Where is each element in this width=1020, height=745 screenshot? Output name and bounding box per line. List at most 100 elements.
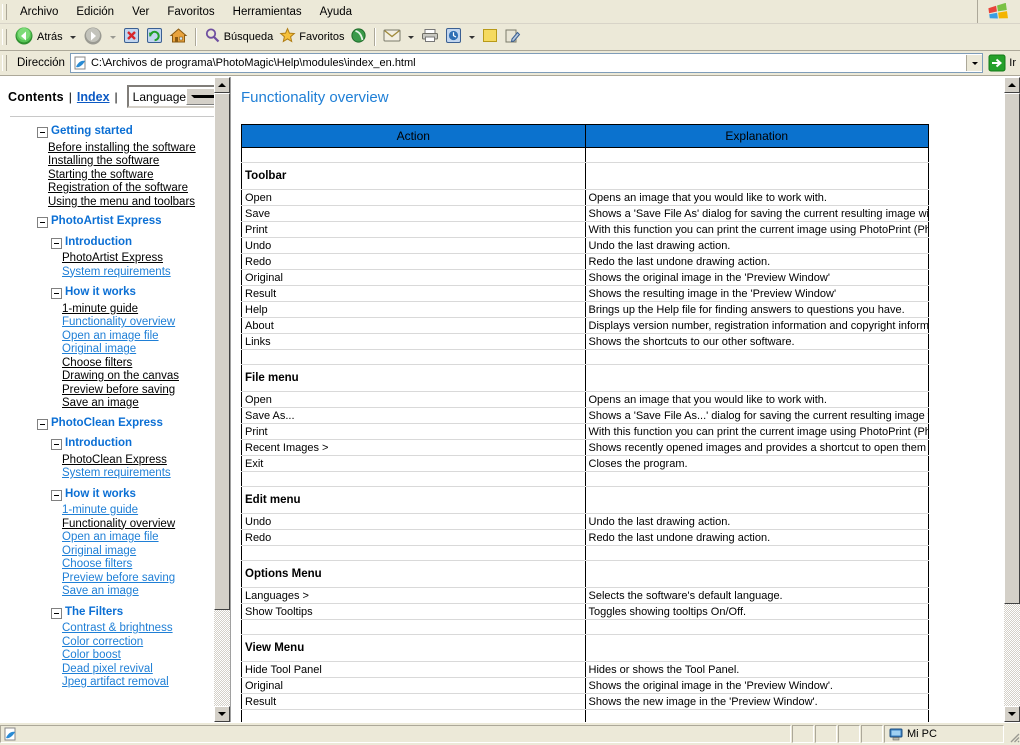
tree-link-system-requirements[interactable]: System requirements (62, 266, 230, 280)
tree-link-open-an-image-file[interactable]: Open an image file (62, 330, 230, 344)
contents-tab[interactable]: Contents (8, 90, 64, 104)
tree-link-choose-filters[interactable]: Choose filters (62, 558, 230, 572)
collapse-toggle-icon[interactable] (37, 418, 48, 430)
tree-link-choose-filters[interactable]: Choose filters (62, 357, 230, 371)
tree-link-functionality-overview[interactable]: Functionality overview (62, 518, 230, 532)
tree-link-drawing-on-the-canvas[interactable]: Drawing on the canvas (62, 370, 230, 384)
tree-link-original-image[interactable]: Original image (62, 343, 230, 357)
document-scroll-thumb[interactable] (1004, 93, 1020, 604)
collapse-toggle-icon[interactable] (51, 237, 62, 249)
home-button[interactable] (166, 26, 191, 48)
tree-link-registration-of-the-software[interactable]: Registration of the software (48, 182, 230, 196)
back-button[interactable]: Atrás (11, 26, 66, 48)
tree-link-open-an-image-file[interactable]: Open an image file (62, 531, 230, 545)
favorites-button[interactable]: Favoritos (276, 26, 347, 48)
sidebar-scrollbar[interactable] (214, 77, 230, 722)
menu-item-herramientas[interactable]: Herramientas (224, 3, 311, 21)
forward-button[interactable] (80, 26, 106, 48)
notes-button[interactable] (479, 26, 501, 48)
tree-link-save-an-image[interactable]: Save an image (62, 397, 230, 411)
status-text-cell (0, 725, 791, 743)
tree-link-before-installing-the-software[interactable]: Before installing the software (48, 142, 230, 156)
collapse-toggle-icon[interactable] (37, 217, 48, 228)
cell-explanation (584, 619, 929, 635)
tree-link-photoclean-express[interactable]: PhotoClean Express (62, 454, 230, 468)
tree-link-save-an-image[interactable]: Save an image (62, 585, 230, 599)
media-button[interactable] (347, 26, 370, 48)
mail-dropdown-icon[interactable] (408, 35, 415, 39)
cell-explanation: Shows the new image in the 'Preview Wind… (584, 693, 929, 710)
back-dropdown-icon[interactable] (69, 35, 76, 39)
language-select[interactable]: Language (126, 85, 221, 108)
tree-link-system-requirements[interactable]: System requirements (62, 467, 230, 481)
tree-link-functionality-overview[interactable]: Functionality overview (62, 316, 230, 330)
table-row: Save As... Shows a 'Save File As...' dial… (241, 407, 929, 424)
resize-grip[interactable] (1004, 725, 1020, 743)
cell-explanation: With this function you can print the cur… (584, 221, 929, 238)
document-scroll-down-button[interactable] (1004, 706, 1020, 722)
tree-link-jpeg-artifact-removal[interactable]: Jpeg artifact removal (62, 676, 230, 690)
tree-link-1-minute-guide[interactable]: 1-minute guide (62, 303, 230, 317)
tree-link-using-the-menu-and-toolbars[interactable]: Using the menu and toolbars (48, 196, 230, 210)
search-button[interactable]: Búsqueda (201, 26, 277, 48)
ie-page-icon (3, 727, 17, 741)
cell-explanation (584, 545, 929, 561)
menu-drag-grip[interactable] (2, 3, 7, 20)
tree-link-dead-pixel-revival[interactable]: Dead pixel revival (62, 663, 230, 677)
tree-link-starting-the-software[interactable]: Starting the software (48, 169, 230, 183)
menu-item-archivo[interactable]: Archivo (11, 3, 67, 21)
sidebar-scroll-up-button[interactable] (214, 77, 230, 93)
tree-link-contrast-brightness[interactable]: Contrast & brightness (62, 622, 230, 636)
address-drag-grip[interactable] (2, 55, 7, 71)
triangle-up-icon (1008, 83, 1016, 87)
collapse-toggle-icon[interactable] (51, 489, 62, 501)
collapse-toggle-icon[interactable] (51, 439, 62, 450)
menu-item-favoritos[interactable]: Favoritos (158, 3, 223, 21)
menu-item-edicin[interactable]: Edición (67, 3, 123, 21)
refresh-button[interactable] (143, 26, 166, 48)
security-zone-cell[interactable]: Mi PC (884, 725, 1004, 743)
history-dropdown-icon[interactable] (469, 35, 476, 39)
tree-group-introduction[interactable]: Introduction (0, 236, 230, 250)
go-button[interactable]: Ir (983, 52, 1020, 74)
tree-group-how-it-works[interactable]: How it works (0, 488, 230, 502)
document-scrollbar[interactable] (1004, 77, 1020, 722)
tree-group-how-it-works[interactable]: How it works (0, 286, 230, 300)
stop-button[interactable] (120, 26, 143, 48)
toolbar-drag-grip[interactable] (2, 29, 7, 45)
index-tab[interactable]: Index (77, 90, 110, 104)
tree-link-preview-before-saving[interactable]: Preview before saving (62, 384, 230, 398)
tree-group-photoartist-express[interactable]: PhotoArtist Express (0, 215, 230, 229)
tree-link-installing-the-software[interactable]: Installing the software (48, 155, 230, 169)
cell-explanation: Shows the shortcuts to our other softwar… (584, 333, 929, 350)
table-row: Recent Images > Shows recently opened ima… (241, 439, 929, 456)
address-dropdown-icon[interactable] (966, 55, 983, 71)
tree-link-color-boost[interactable]: Color boost (62, 649, 230, 663)
collapse-toggle-icon[interactable] (51, 288, 62, 299)
tree-group-introduction[interactable]: Introduction (0, 437, 230, 451)
forward-dropdown-icon[interactable] (109, 35, 116, 39)
document-scroll-up-button[interactable] (1004, 77, 1020, 93)
collapse-toggle-icon[interactable] (51, 607, 62, 619)
tree-group-photoclean-express[interactable]: PhotoClean Express (0, 417, 230, 431)
tree-link-preview-before-saving[interactable]: Preview before saving (62, 572, 230, 586)
edit-button[interactable] (501, 26, 524, 48)
table-row: Redo Redo the last undone drawing action. (241, 253, 929, 270)
print-button[interactable] (418, 26, 442, 48)
sidebar-scroll-down-button[interactable] (214, 706, 230, 722)
sidebar-scroll-thumb[interactable] (214, 93, 230, 610)
tree-group-the-filters[interactable]: The Filters (0, 606, 230, 620)
tree-link-photoartist-express[interactable]: PhotoArtist Express (62, 252, 230, 266)
tree-link-original-image[interactable]: Original image (62, 545, 230, 559)
table-row: Result Shows the resulting image in the '… (241, 285, 929, 302)
menu-item-ver[interactable]: Ver (123, 3, 158, 21)
address-input[interactable]: C:\Archivos de programa\PhotoMagic\Help\… (69, 53, 984, 73)
tree-link-1-minute-guide[interactable]: 1-minute guide (62, 504, 230, 518)
tree-link-color-correction[interactable]: Color correction (62, 636, 230, 650)
tree-group-getting-started[interactable]: Getting started (0, 125, 230, 139)
mail-button[interactable] (380, 26, 404, 48)
status-bar: Mi PC (0, 722, 1020, 745)
history-button[interactable] (442, 26, 465, 48)
collapse-toggle-icon[interactable] (37, 127, 48, 138)
menu-item-ayuda[interactable]: Ayuda (311, 3, 361, 21)
